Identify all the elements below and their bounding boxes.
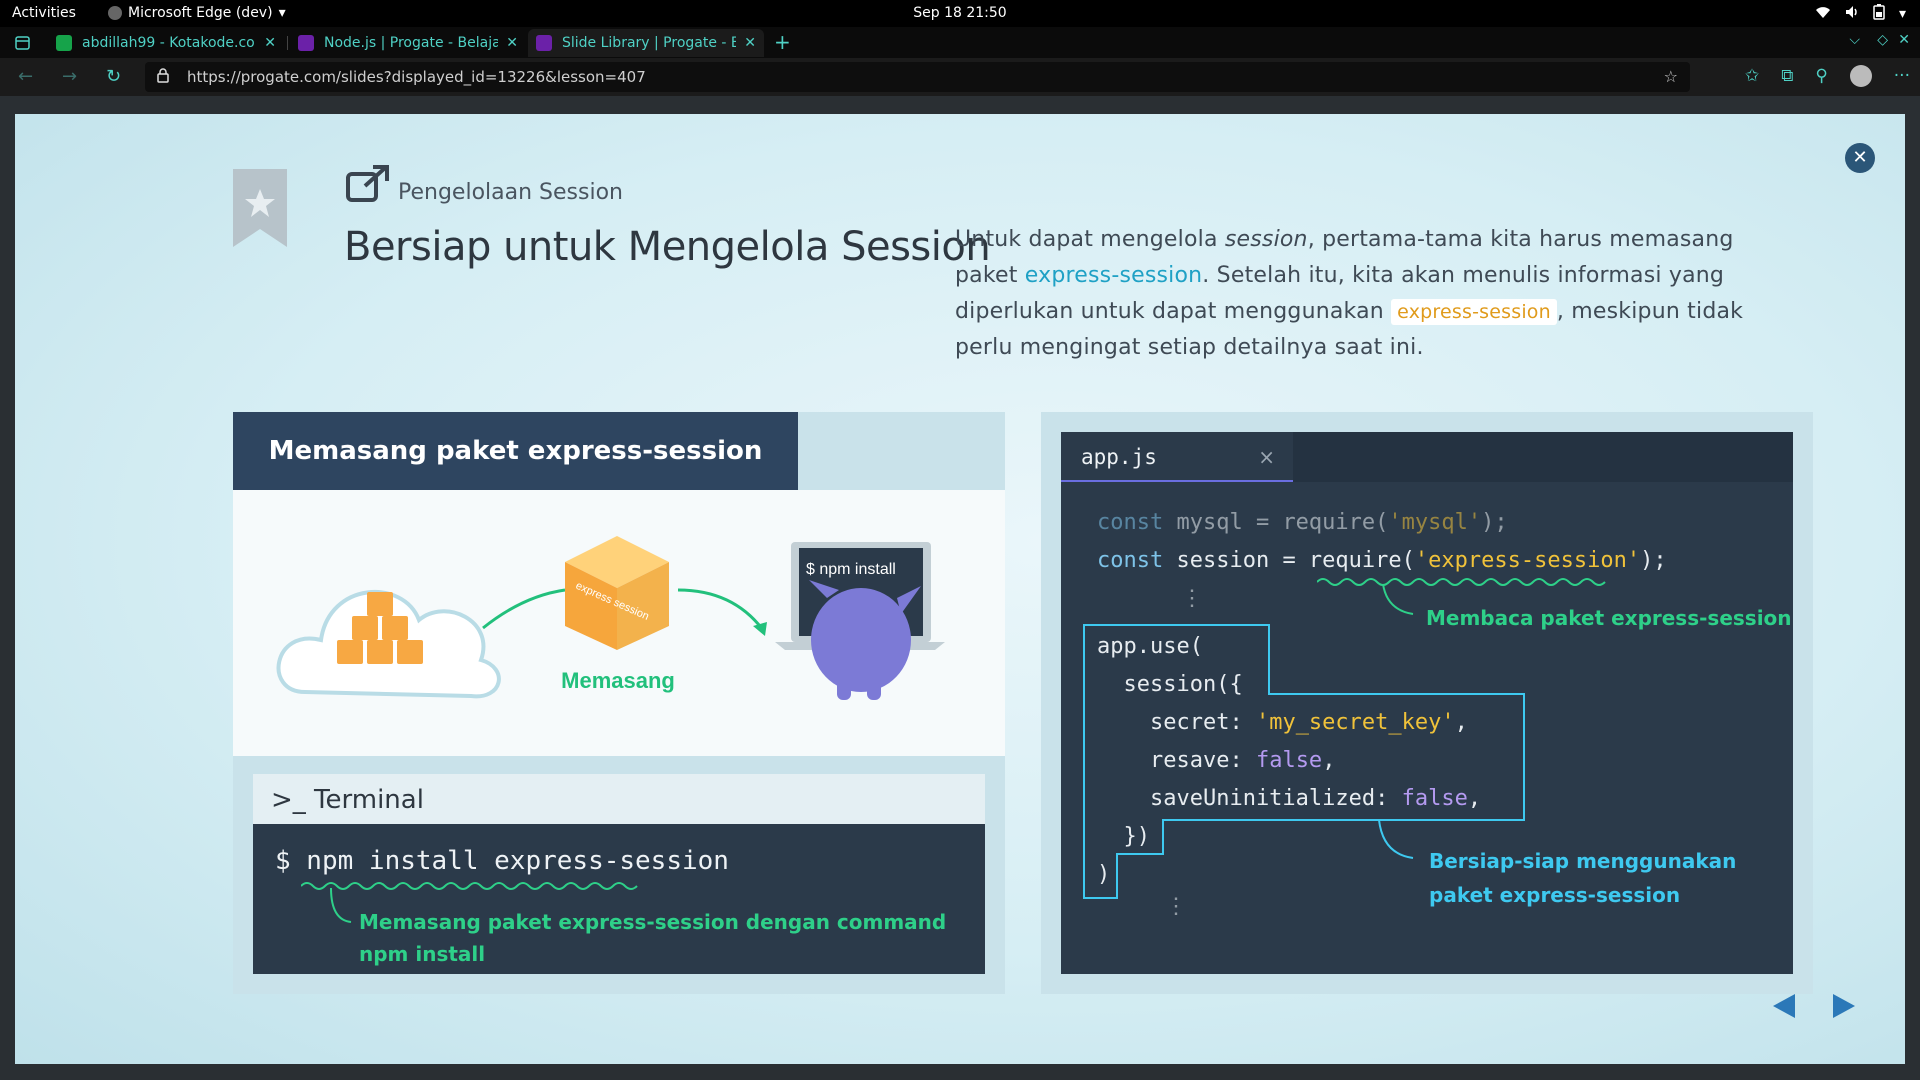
system-top-bar: Activities Microsoft Edge (dev) ▾ Sep 18…	[0, 0, 1920, 27]
more-menu-icon[interactable]: ···	[1894, 66, 1910, 86]
url-text[interactable]: https://progate.com/slides?displayed_id=…	[187, 68, 646, 86]
code-line: const session = require('express-session…	[1097, 548, 1667, 573]
desc-emphasis: session	[1224, 227, 1308, 252]
close-slide-button[interactable]: ✕	[1845, 143, 1875, 173]
tab-nodejs-progate[interactable]: Node.js | Progate - Belajar ✕	[290, 29, 526, 57]
close-window-icon[interactable]: ✕	[1898, 32, 1910, 48]
tab-actions-icon[interactable]	[15, 35, 30, 54]
battery-icon	[1873, 4, 1885, 24]
install-panel-header: Memasang paket express-session	[233, 412, 798, 490]
slide-description: Untuk dapat mengelola session, pertama-t…	[955, 222, 1795, 366]
tab-search-icon[interactable]: ⌵	[1849, 32, 1860, 48]
tab-title: Slide Library | Progate - B	[562, 35, 737, 51]
code-line: app.use(	[1097, 634, 1203, 659]
power-menu-chevron-icon: ▾	[1898, 6, 1906, 22]
tab-title: Node.js | Progate - Belajar	[324, 35, 499, 51]
clock[interactable]: Sep 18 21:50	[0, 5, 1920, 21]
laptop-screen-text: $ npm install	[806, 561, 896, 578]
progate-favicon-icon	[536, 35, 552, 51]
code-line: resave: false,	[1097, 748, 1336, 773]
install-diagram: express session Memasang $ npm install	[276, 536, 945, 700]
inline-code: express-session	[1391, 299, 1557, 325]
slide-title: Bersiap untuk Mengelola Session	[344, 224, 991, 270]
tab-strip: abdillah99 - Kotakode.com ✕ Node.js | Pr…	[0, 27, 1920, 58]
package-box-icon: express session	[565, 536, 669, 650]
code-line: )	[1097, 862, 1111, 887]
code-line: const mysql = require('mysql');	[1097, 510, 1508, 535]
file-name: app.js	[1081, 445, 1157, 469]
tab-close-icon[interactable]: ✕	[506, 35, 518, 51]
bookmark-star-icon[interactable]	[233, 169, 287, 247]
edge-icon	[108, 6, 122, 20]
code-line: secret: 'my_secret_key',	[1097, 710, 1468, 735]
external-link-icon[interactable]	[345, 164, 391, 204]
tab-kotakode[interactable]: abdillah99 - Kotakode.com ✕	[48, 29, 284, 57]
minimize-icon[interactable]: ◇	[1877, 32, 1888, 48]
ellipsis: ⋮	[1165, 894, 1187, 919]
desc-text: Untuk dapat mengelola	[955, 227, 1225, 252]
kotakode-favicon-icon	[56, 35, 72, 51]
tab-title: abdillah99 - Kotakode.com	[82, 35, 257, 51]
express-session-link[interactable]: express-session	[1025, 263, 1203, 288]
profile-avatar[interactable]	[1849, 65, 1872, 87]
activities-button[interactable]: Activities	[12, 5, 76, 21]
use-annotation: Bersiap-siap menggunakan paket express-s…	[1429, 849, 1737, 907]
lock-icon[interactable]	[157, 68, 169, 87]
page-content: ✕ Pengelolaan Session Bersiap untuk Meng…	[0, 96, 1920, 1080]
slide-modal: ✕ Pengelolaan Session Bersiap untuk Meng…	[15, 114, 1905, 1064]
favorites-icon[interactable]: ✩	[1745, 66, 1759, 86]
code-editor: app.js × const mysql = require('mysql');…	[1061, 432, 1793, 974]
wifi-icon	[1815, 5, 1831, 23]
arrow-line	[677, 588, 765, 631]
terminal-window: >_ Terminal $ npm install express-sessio…	[253, 774, 985, 974]
address-bar[interactable]: https://progate.com/slides?displayed_id=…	[145, 62, 1690, 92]
navigation-bar: ← → ↻ https://progate.com/slides?display…	[0, 58, 1920, 96]
refresh-button[interactable]: ↻	[106, 66, 121, 87]
code-line: saveUninitialized: false,	[1097, 786, 1482, 811]
code-line: })	[1097, 824, 1150, 849]
add-favorite-icon[interactable]: ☆	[1664, 67, 1678, 86]
section-label: Pengelolaan Session	[398, 180, 623, 205]
install-illustration: express session Memasang $ npm install	[233, 490, 1005, 756]
terminal-annotation: Memasang paket express-session dengan co…	[359, 910, 947, 966]
progate-favicon-icon	[298, 35, 314, 51]
extensions-icon[interactable]: ⚲	[1815, 66, 1827, 86]
app-menu[interactable]: Microsoft Edge (dev) ▾	[108, 5, 286, 21]
new-tab-button[interactable]: +	[774, 30, 791, 54]
collections-icon[interactable]: ⧉	[1781, 66, 1793, 86]
volume-icon	[1845, 5, 1859, 23]
next-slide-button[interactable]	[1833, 994, 1855, 1018]
editor-tab-close-icon[interactable]: ×	[1258, 432, 1275, 482]
arrow-label: Memasang	[561, 668, 675, 693]
tab-close-icon[interactable]: ✕	[264, 35, 276, 51]
install-panel: Memasang paket express-session express s…	[233, 412, 1005, 994]
code-panel: app.js × const mysql = require('mysql');…	[1041, 412, 1813, 994]
code-line: session({	[1097, 672, 1243, 697]
toolbar-icons: ✩ ⧉ ⚲ ···	[1745, 65, 1910, 87]
tab-app-js[interactable]: app.js ×	[1061, 432, 1293, 482]
arrow-line	[482, 588, 566, 630]
terminal-title: >_ Terminal	[253, 774, 985, 824]
ellipsis: ⋮	[1181, 586, 1203, 611]
app-name: Microsoft Edge (dev)	[128, 5, 273, 21]
terminal-command: $ npm install express-session	[275, 846, 729, 876]
back-button[interactable]: ←	[18, 66, 33, 87]
editor-tab-bar: app.js ×	[1061, 432, 1793, 482]
forward-button[interactable]: →	[62, 66, 77, 87]
previous-slide-button[interactable]	[1773, 994, 1795, 1018]
tab-close-icon[interactable]: ✕	[744, 35, 756, 51]
system-tray[interactable]: ▾	[1815, 4, 1906, 24]
arrow-head-icon	[753, 622, 767, 636]
chevron-down-icon: ▾	[278, 5, 286, 21]
tab-divider	[287, 36, 288, 50]
tab-slide-library[interactable]: Slide Library | Progate - B ✕	[528, 29, 764, 57]
terminal-body: $ npm install express-session Memasang p…	[253, 824, 985, 974]
